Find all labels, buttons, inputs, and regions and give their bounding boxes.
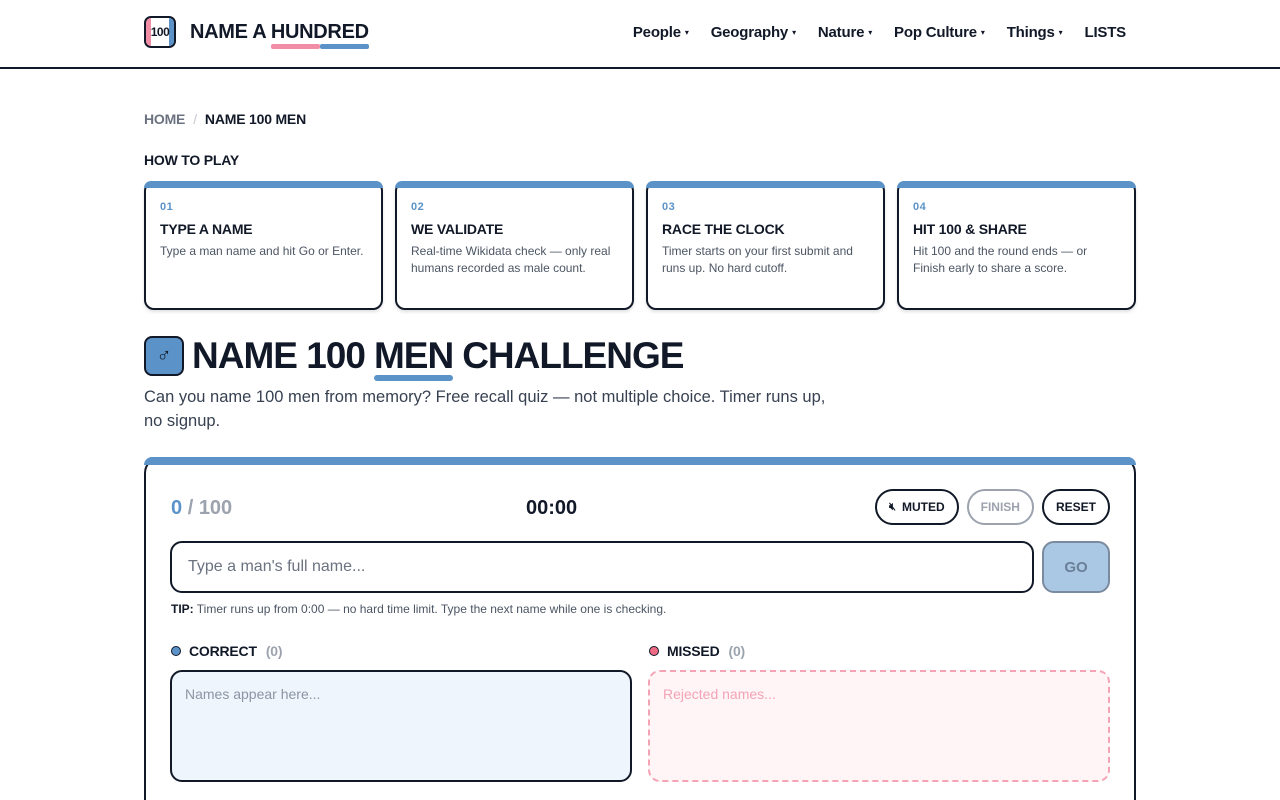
score-total: 100 xyxy=(198,497,233,519)
nav-nature[interactable]: Nature ▾ xyxy=(818,24,872,41)
correct-dot-icon xyxy=(171,646,181,656)
chevron-down-icon: ▾ xyxy=(868,28,873,37)
score-counter: 0 / 100 xyxy=(171,497,232,520)
reset-button[interactable]: RESET xyxy=(1041,489,1110,525)
page-title: NAME 100 MEN CHALLENGE xyxy=(192,335,684,381)
step-card: 03 RACE THE CLOCK Timer starts on your f… xyxy=(646,181,885,310)
correct-count: (0) xyxy=(265,643,283,659)
nav-things[interactable]: Things ▾ xyxy=(1007,24,1063,41)
step-title: WE VALIDATE xyxy=(411,221,504,237)
missed-count: (0) xyxy=(728,643,745,659)
page-title-part1: NAME 100 xyxy=(192,335,366,376)
step-card: 04 HIT 100 & SHARE Hit 100 and the round… xyxy=(897,181,1136,310)
tip-text: TIP: Timer runs up from 0:00 — no hard t… xyxy=(171,602,666,616)
step-card: 02 WE VALIDATE Real-time Wikidata check … xyxy=(395,181,634,310)
missed-header: MISSED (0) xyxy=(649,643,745,659)
breadcrumb-current: NAME 100 MEN xyxy=(204,111,306,127)
correct-label: CORRECT xyxy=(189,643,257,659)
nav-things-label: Things xyxy=(1006,24,1055,41)
missed-placeholder: Rejected names... xyxy=(663,686,776,702)
page-subtitle: Can you name 100 men from memory? Free r… xyxy=(144,388,826,430)
chevron-down-icon: ▾ xyxy=(980,28,985,37)
correct-header: CORRECT (0) xyxy=(171,643,283,659)
chevron-down-icon: ▾ xyxy=(792,28,796,37)
how-to-play-heading: HOW TO PLAY xyxy=(144,152,240,168)
nav-people-label: People xyxy=(632,24,681,41)
speaker-muted-icon: 🔇︎ xyxy=(889,500,896,513)
nav-lists-label: LISTS xyxy=(1084,24,1126,41)
site-header: 100 NAME A HUNDRED People ▾ Geography ▾ Na… xyxy=(0,0,1280,69)
step-description: Timer starts on your first submit and ru… xyxy=(662,244,853,275)
nav-geography-label: Geography xyxy=(710,24,789,41)
step-title: TYPE A NAME xyxy=(160,221,253,237)
go-button[interactable]: GO xyxy=(1042,541,1110,593)
nav-pop-culture[interactable]: Pop Culture ▾ xyxy=(894,24,985,41)
step-title: HIT 100 & SHARE xyxy=(913,221,1027,237)
missed-label: MISSED xyxy=(667,643,720,659)
nav-geography[interactable]: Geography ▾ xyxy=(711,24,796,41)
name-input[interactable] xyxy=(170,541,1034,593)
nav-pop-culture-label: Pop Culture xyxy=(894,24,977,41)
chevron-down-icon: ▾ xyxy=(684,28,689,37)
step-card: 01 TYPE A NAME Type a man name and hit G… xyxy=(144,181,383,310)
correct-names-list[interactable]: Names appear here... xyxy=(170,670,632,782)
chevron-down-icon: ▾ xyxy=(1058,28,1063,37)
missed-dot-icon xyxy=(649,646,659,656)
missed-names-list[interactable]: Rejected names... xyxy=(648,670,1110,782)
logo-prefix: NAME A xyxy=(190,20,271,43)
logo-highlight: HUNDRED xyxy=(270,20,369,49)
nav-lists[interactable]: LISTS xyxy=(1084,24,1126,41)
score-separator: / xyxy=(187,497,194,519)
tip-label: TIP: xyxy=(171,602,194,616)
step-number: 01 xyxy=(160,201,174,213)
step-number: 03 xyxy=(662,201,676,213)
game-timer: 00:00 xyxy=(526,497,578,519)
logo-wordmark: NAME A HUNDRED xyxy=(190,20,369,49)
breadcrumb: HOME / NAME 100 MEN xyxy=(144,111,306,127)
breadcrumb-home-link[interactable]: HOME xyxy=(144,111,185,127)
step-description: Hit 100 and the round ends — or Finish e… xyxy=(913,244,1088,275)
main-nav: People ▾ Geography ▾ Nature ▾ Pop Culture ▾ … xyxy=(611,24,1126,41)
nav-nature-label: Nature xyxy=(817,24,865,41)
how-to-play-steps: 01 TYPE A NAME Type a man name and hit G… xyxy=(144,181,1136,310)
game-controls: 🔇︎ MUTED FINISH RESET xyxy=(875,489,1110,525)
finish-button[interactable]: FINISH xyxy=(966,489,1034,525)
mute-button-label: MUTED xyxy=(901,500,945,514)
score-current: 0 xyxy=(171,497,183,519)
logo-badge-icon: 100 xyxy=(144,16,176,48)
step-description: Type a man name and hit Go or Enter. xyxy=(160,244,364,258)
page-title-part2: CHALLENGE xyxy=(462,335,684,376)
page-title-row: ♂ NAME 100 MEN CHALLENGE xyxy=(144,335,684,381)
step-number: 02 xyxy=(411,201,425,213)
game-panel: 0 / 100 00:00 🔇︎ MUTED FINISH RESET GO T… xyxy=(144,457,1136,800)
male-symbol-icon: ♂ xyxy=(144,336,184,376)
correct-placeholder: Names appear here... xyxy=(185,686,321,702)
nav-people[interactable]: People ▾ xyxy=(633,24,689,41)
logo-badge-text: 100 xyxy=(150,25,170,39)
step-number: 04 xyxy=(913,201,927,213)
site-logo[interactable]: 100 NAME A HUNDRED xyxy=(144,16,369,49)
mute-button[interactable]: 🔇︎ MUTED xyxy=(875,489,959,525)
step-title: RACE THE CLOCK xyxy=(662,221,785,237)
tip-body: Timer runs up from 0:00 — no hard time l… xyxy=(196,602,667,616)
step-description: Real-time Wikidata check — only real hum… xyxy=(411,244,611,275)
breadcrumb-separator: / xyxy=(193,111,197,127)
page-title-accent: MEN xyxy=(373,335,454,381)
